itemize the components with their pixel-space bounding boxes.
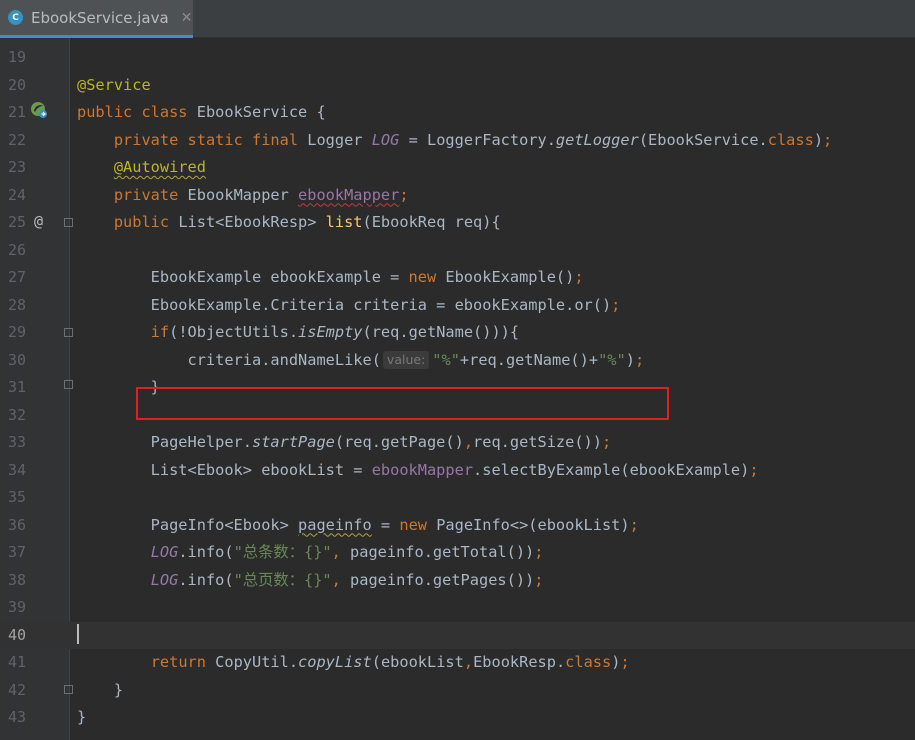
- code-line[interactable]: 35: [0, 484, 915, 512]
- line-number: 32: [7, 405, 26, 424]
- tab-title: EbookService.java: [31, 8, 169, 27]
- code-text: EbookExample.Criteria criteria = ebookEx…: [77, 295, 621, 314]
- code-text: if(!ObjectUtils.isEmpty(req.getName())){: [150, 323, 520, 341]
- line-number: 26: [7, 240, 26, 259]
- code-line[interactable]: 28 EbookExample.Criteria criteria = eboo…: [0, 292, 915, 320]
- fold-marker-icon[interactable]: [64, 328, 73, 337]
- code-line[interactable]: 40: [0, 621, 915, 649]
- line-number: 36: [7, 515, 26, 534]
- code-line[interactable]: 39: [0, 594, 915, 622]
- code-line[interactable]: 19: [0, 44, 915, 72]
- line-number: 38: [7, 570, 26, 589]
- code-text: private EbookMapper ebookMapper;: [113, 185, 409, 204]
- code-text: PageInfo<Ebook> pageinfo = new PageInfo<…: [77, 515, 639, 534]
- code-line[interactable]: 33 PageHelper.startPage(req.getPage(),re…: [0, 429, 915, 457]
- line-number: 40: [7, 625, 26, 644]
- fold-marker-icon[interactable]: [64, 218, 73, 227]
- fold-marker-icon[interactable]: [64, 685, 73, 694]
- line-number: 19: [7, 48, 26, 66]
- code-text: LOG.info("总条数：{}", pageinfo.getTotal());: [150, 543, 544, 561]
- code-line[interactable]: 22 private static final Logger LOG = Log…: [0, 127, 915, 155]
- line-number: 20: [7, 75, 26, 94]
- line-number: 31: [7, 378, 26, 396]
- close-icon[interactable]: ✕: [181, 10, 193, 26]
- tab-ebookservice[interactable]: C EbookService.java ✕: [0, 0, 193, 38]
- text-caret: [77, 624, 79, 644]
- editor-tab-bar: C EbookService.java ✕: [0, 0, 915, 38]
- code-text: EbookExample ebookExample = new EbookExa…: [77, 268, 584, 286]
- code-text: }: [77, 680, 124, 699]
- code-line[interactable]: 42 }: [0, 677, 915, 705]
- code-text: return CopyUtil.copyList(ebookList,Ebook…: [150, 653, 630, 671]
- code-text: LOG.info("总页数：{}", pageinfo.getPages());: [150, 570, 544, 589]
- line-number: 27: [7, 268, 26, 286]
- code-text: private static final Logger LOG = Logger…: [113, 130, 833, 149]
- code-text: public List<EbookResp> list(EbookReq req…: [113, 213, 501, 231]
- code-line[interactable]: 26: [0, 237, 915, 265]
- spring-bean-icon[interactable]: [29, 100, 49, 120]
- line-number: 21: [7, 103, 26, 121]
- code-line[interactable]: 41 return CopyUtil.copyList(ebookList,Eb…: [0, 649, 915, 677]
- code-line[interactable]: 43}: [0, 704, 915, 732]
- line-number: 33: [7, 433, 26, 451]
- code-line[interactable]: 25 public List<EbookResp> list(EbookReq …: [0, 209, 915, 237]
- line-number: 30: [7, 350, 26, 369]
- code-line[interactable]: 21 public class EbookService {: [0, 99, 915, 127]
- code-line[interactable]: 37 LOG.info("总条数：{}", pageinfo.getTotal(…: [0, 539, 915, 567]
- line-number: 37: [7, 543, 26, 561]
- fold-marker-icon[interactable]: [64, 380, 73, 389]
- code-line[interactable]: 36 PageInfo<Ebook> pageinfo = new PageIn…: [0, 512, 915, 540]
- code-text: @Autowired: [113, 158, 206, 176]
- java-class-icon: C: [8, 10, 23, 25]
- code-line[interactable]: 23 @Autowired: [0, 154, 915, 182]
- line-number: 41: [7, 653, 26, 671]
- highlight-annotation-box: [136, 387, 669, 420]
- line-number: 43: [7, 708, 26, 726]
- code-text: @Service: [77, 75, 151, 94]
- code-line[interactable]: 27 EbookExample ebookExample = new Ebook…: [0, 264, 915, 292]
- code-line[interactable]: 34 List<Ebook> ebookList = ebookMapper.s…: [0, 457, 915, 485]
- line-number: 34: [7, 460, 26, 479]
- code-line[interactable]: 29 if(!ObjectUtils.isEmpty(req.getName()…: [0, 319, 915, 347]
- line-number: 29: [7, 323, 26, 341]
- code-line[interactable]: 20 @Service: [0, 72, 915, 100]
- code-text: public class EbookService {: [77, 103, 326, 121]
- code-text: criteria.andNameLike(value: "%"+req.getNa…: [77, 350, 645, 369]
- parameter-hint: value:: [382, 350, 430, 369]
- code-text: List<Ebook> ebookList = ebookMapper.sele…: [77, 460, 759, 479]
- code-line[interactable]: 38 LOG.info("总页数：{}", pageinfo.getPages(…: [0, 567, 915, 595]
- line-number: 24: [7, 185, 26, 204]
- line-number: 22: [7, 130, 26, 149]
- line-number: 35: [7, 488, 26, 506]
- override-marker-icon[interactable]: @: [34, 208, 43, 236]
- line-number: 28: [7, 295, 26, 314]
- line-number: 39: [7, 598, 26, 616]
- code-text: }: [77, 708, 87, 726]
- line-number: 25: [7, 213, 26, 231]
- code-line[interactable]: 24 private EbookMapper ebookMapper;: [0, 182, 915, 210]
- line-number: 23: [7, 158, 26, 176]
- code-text: PageHelper.startPage(req.getPage(),req.g…: [77, 433, 612, 451]
- code-line[interactable]: 30 criteria.andNameLike(value: "%"+req.ge…: [0, 347, 915, 375]
- line-number: 42: [7, 680, 26, 699]
